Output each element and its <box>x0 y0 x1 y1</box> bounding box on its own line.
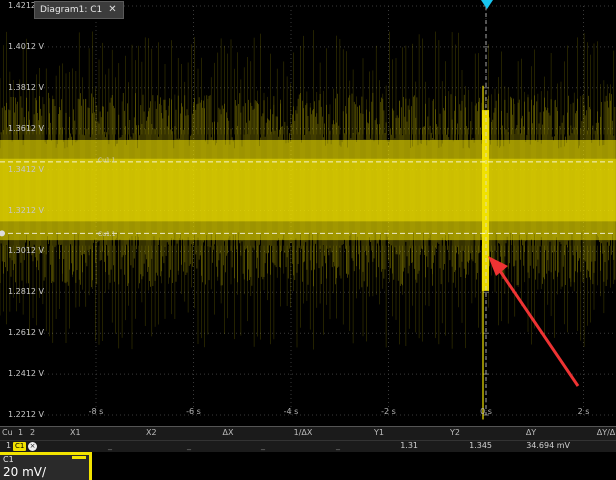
y-axis-label: 1.3212 V <box>8 205 45 215</box>
header-tab-2[interactable]: 2 <box>30 428 35 437</box>
dx-value: _ <box>261 441 265 450</box>
header-dydx: ΔY/Δ <box>596 428 616 437</box>
header-inv-dx: 1/ΔX <box>293 428 313 437</box>
diagram-tab[interactable]: Diagram1: C1 ✕ <box>34 1 124 19</box>
channel-c1-box[interactable]: C1 20 mV/ <box>0 452 92 480</box>
header-cu: Cu <box>2 428 13 437</box>
y-axis-label: 1.2212 V <box>8 410 45 419</box>
channel-badge-label: C1 <box>13 442 27 451</box>
diagram-tab-label: Diagram1: C1 <box>40 5 103 15</box>
y-axis-label: 1.4012 V <box>8 41 45 51</box>
header-dy: ΔY <box>525 428 537 437</box>
waveform-display[interactable]: 1.4212 V 1.4012 V 1.3812 V 1.3612 V 1.3412 V… <box>0 0 616 426</box>
header-y1: Y1 <box>374 428 384 437</box>
remove-row-button[interactable]: × <box>28 441 37 451</box>
inv-dx-value: _ <box>336 441 340 450</box>
y-axis-label: 1.3012 V <box>8 246 45 256</box>
row-index: 1 <box>6 441 12 450</box>
header-x2: X2 <box>146 428 157 437</box>
cursor-measurement-table: Cu 1 2 X1 X2 ΔX 1/ΔX Y1 Y2 ΔY ΔY/Δ 1 C1 … <box>0 426 616 453</box>
y-axis-label: 1.2812 V <box>8 287 45 297</box>
cursor-2-tag: Cu1.1 <box>98 157 116 164</box>
y-axis-label: 1.3612 V <box>8 123 45 133</box>
x-axis-label: -4 s <box>283 407 299 416</box>
x-axis-label: -8 s <box>88 407 104 416</box>
y-axis-label: 1.3812 V <box>8 82 45 92</box>
y-axis-label: 1.3412 V <box>8 164 45 174</box>
header-dx: ΔX <box>222 428 234 437</box>
y-axis-label: 1.2612 V <box>8 328 45 338</box>
measurement-header-row: Cu 1 2 X1 X2 ΔX 1/ΔX Y1 Y2 ΔY ΔY/Δ <box>0 428 616 440</box>
close-circle-icon: × <box>28 442 37 451</box>
close-icon[interactable]: ✕ <box>108 2 116 18</box>
trigger-position-icon[interactable] <box>481 0 493 9</box>
row-channel-badge: C1 <box>13 441 27 451</box>
y1-value: 1.31 <box>400 441 418 450</box>
header-tab-1[interactable]: 1 <box>18 428 23 437</box>
channel-name: C1 <box>3 455 14 464</box>
x2-value: _ <box>187 441 191 450</box>
x-axis-label: 2 s <box>577 407 590 416</box>
y2-value: 1.345 <box>469 441 492 450</box>
x-axis-label: -6 s <box>186 407 201 416</box>
x1-value: _ <box>108 441 112 450</box>
x-axis-label: 0 s <box>480 407 492 416</box>
channel-vertical-scale: 20 mV/ <box>3 465 47 479</box>
header-x1: X1 <box>70 428 81 437</box>
y-axis-label: 1.2412 V <box>8 369 45 379</box>
cursor-1-tag: Cu1.1 <box>98 231 116 238</box>
dy-value: 34.694 mV <box>526 441 570 450</box>
channel-color-marker <box>72 456 86 459</box>
header-y2: Y2 <box>450 428 460 437</box>
waveform-plot[interactable] <box>0 0 616 426</box>
channel-panel: C1 20 mV/ <box>0 452 616 480</box>
x-axis-label: -2 s <box>381 407 396 416</box>
